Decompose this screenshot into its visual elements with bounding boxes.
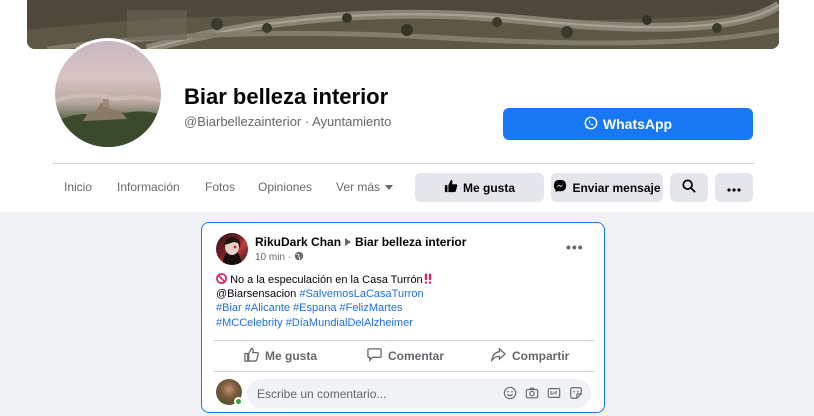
like-page-label: Me gusta xyxy=(462,180,515,195)
post-meta: 10 min · xyxy=(255,251,304,264)
comment-placeholder: Escribe un comentario... xyxy=(257,387,387,401)
page-handle: @Biarbellezainterior · Ayuntamiento xyxy=(184,114,392,129)
post-share-button[interactable]: Compartir xyxy=(490,347,570,365)
post-time[interactable]: 10 min · xyxy=(255,252,291,263)
gif-icon[interactable] xyxy=(547,386,561,400)
post-body: No a la especulación en la Casa Turrón @… xyxy=(216,273,433,330)
tab-ver-mas[interactable]: Ver más xyxy=(336,180,394,194)
post-author-name[interactable]: RikuDark Chan xyxy=(255,235,341,249)
tab-informacion[interactable]: Información xyxy=(117,180,180,194)
camera-icon[interactable] xyxy=(525,386,539,400)
tab-opiniones[interactable]: Opiniones xyxy=(258,180,312,194)
cover-image xyxy=(27,0,779,49)
hashtag-link[interactable]: #SalvemosLaCasaTurron xyxy=(299,288,423,300)
online-status-dot xyxy=(234,397,243,406)
cover-photo[interactable] xyxy=(27,0,779,49)
search-button[interactable] xyxy=(670,173,708,202)
post-options-icon[interactable]: ••• xyxy=(566,239,584,255)
whatsapp-icon xyxy=(584,116,598,133)
tab-ver-mas-label: Ver más xyxy=(336,180,381,194)
post-comment-button[interactable]: Comentar xyxy=(367,347,444,365)
post-target-page[interactable]: Biar belleza interior xyxy=(355,235,466,249)
messenger-icon xyxy=(553,179,567,196)
globe-icon xyxy=(294,251,304,264)
more-dots-icon xyxy=(727,181,741,195)
sticker-icon[interactable] xyxy=(569,386,583,400)
post-card: RikuDark Chan Biar belleza interior 10 m… xyxy=(201,222,605,413)
whatsapp-button[interactable]: WhatsApp xyxy=(503,108,753,140)
post-divider xyxy=(214,371,594,372)
post-text-line-2: @Biarsensacion #SalvemosLaCasaTurron xyxy=(216,287,433,301)
comment-input[interactable]: Escribe un comentario... xyxy=(247,379,591,408)
post-share-label: Compartir xyxy=(512,349,570,363)
thumbs-up-outline-icon xyxy=(244,347,259,365)
page-title: Biar belleza interior xyxy=(184,84,389,109)
comment-tools xyxy=(503,386,583,400)
whatsapp-label: WhatsApp xyxy=(602,116,673,132)
emoji-icon[interactable] xyxy=(503,386,517,400)
post-text-line-1: No a la especulación en la Casa Turrón xyxy=(216,273,433,287)
thumbs-up-icon xyxy=(444,179,458,196)
search-icon xyxy=(682,179,696,196)
like-page-button[interactable]: Me gusta xyxy=(415,173,544,202)
hashtag-link[interactable]: #MCCelebrity #DíaMundialDelAlzheimer xyxy=(216,316,433,330)
tab-inicio[interactable]: Inicio xyxy=(64,180,92,194)
post-mention[interactable]: @Biarsensacion xyxy=(216,288,296,300)
post-author-avatar[interactable] xyxy=(216,233,248,265)
share-icon xyxy=(490,347,507,365)
comment-icon xyxy=(367,347,382,365)
post-comment-label: Comentar xyxy=(388,349,445,363)
post-header: RikuDark Chan Biar belleza interior xyxy=(255,235,466,249)
more-options-button[interactable] xyxy=(715,173,753,202)
post-like-button[interactable]: Me gusta xyxy=(244,347,317,365)
arrow-right-icon xyxy=(345,235,352,249)
post-like-label: Me gusta xyxy=(265,349,318,363)
double-exclamation-icon xyxy=(423,273,433,286)
send-message-label: Enviar mensaje xyxy=(572,180,661,195)
hashtag-link[interactable]: #Biar #Alicante #Espana #FelizMartes xyxy=(216,301,433,315)
caret-down-icon xyxy=(385,180,394,194)
tab-fotos[interactable]: Fotos xyxy=(205,180,235,194)
avatar-image xyxy=(55,41,161,147)
page-header: Biar belleza interior @Biarbellezainteri… xyxy=(0,0,814,212)
no-entry-icon xyxy=(216,273,230,286)
post-text-main: No a la especulación en la Casa Turrón xyxy=(230,274,423,286)
header-divider xyxy=(52,163,754,164)
profile-avatar[interactable] xyxy=(52,38,164,150)
send-message-button[interactable]: Enviar mensaje xyxy=(551,173,663,202)
post-divider xyxy=(214,340,594,341)
